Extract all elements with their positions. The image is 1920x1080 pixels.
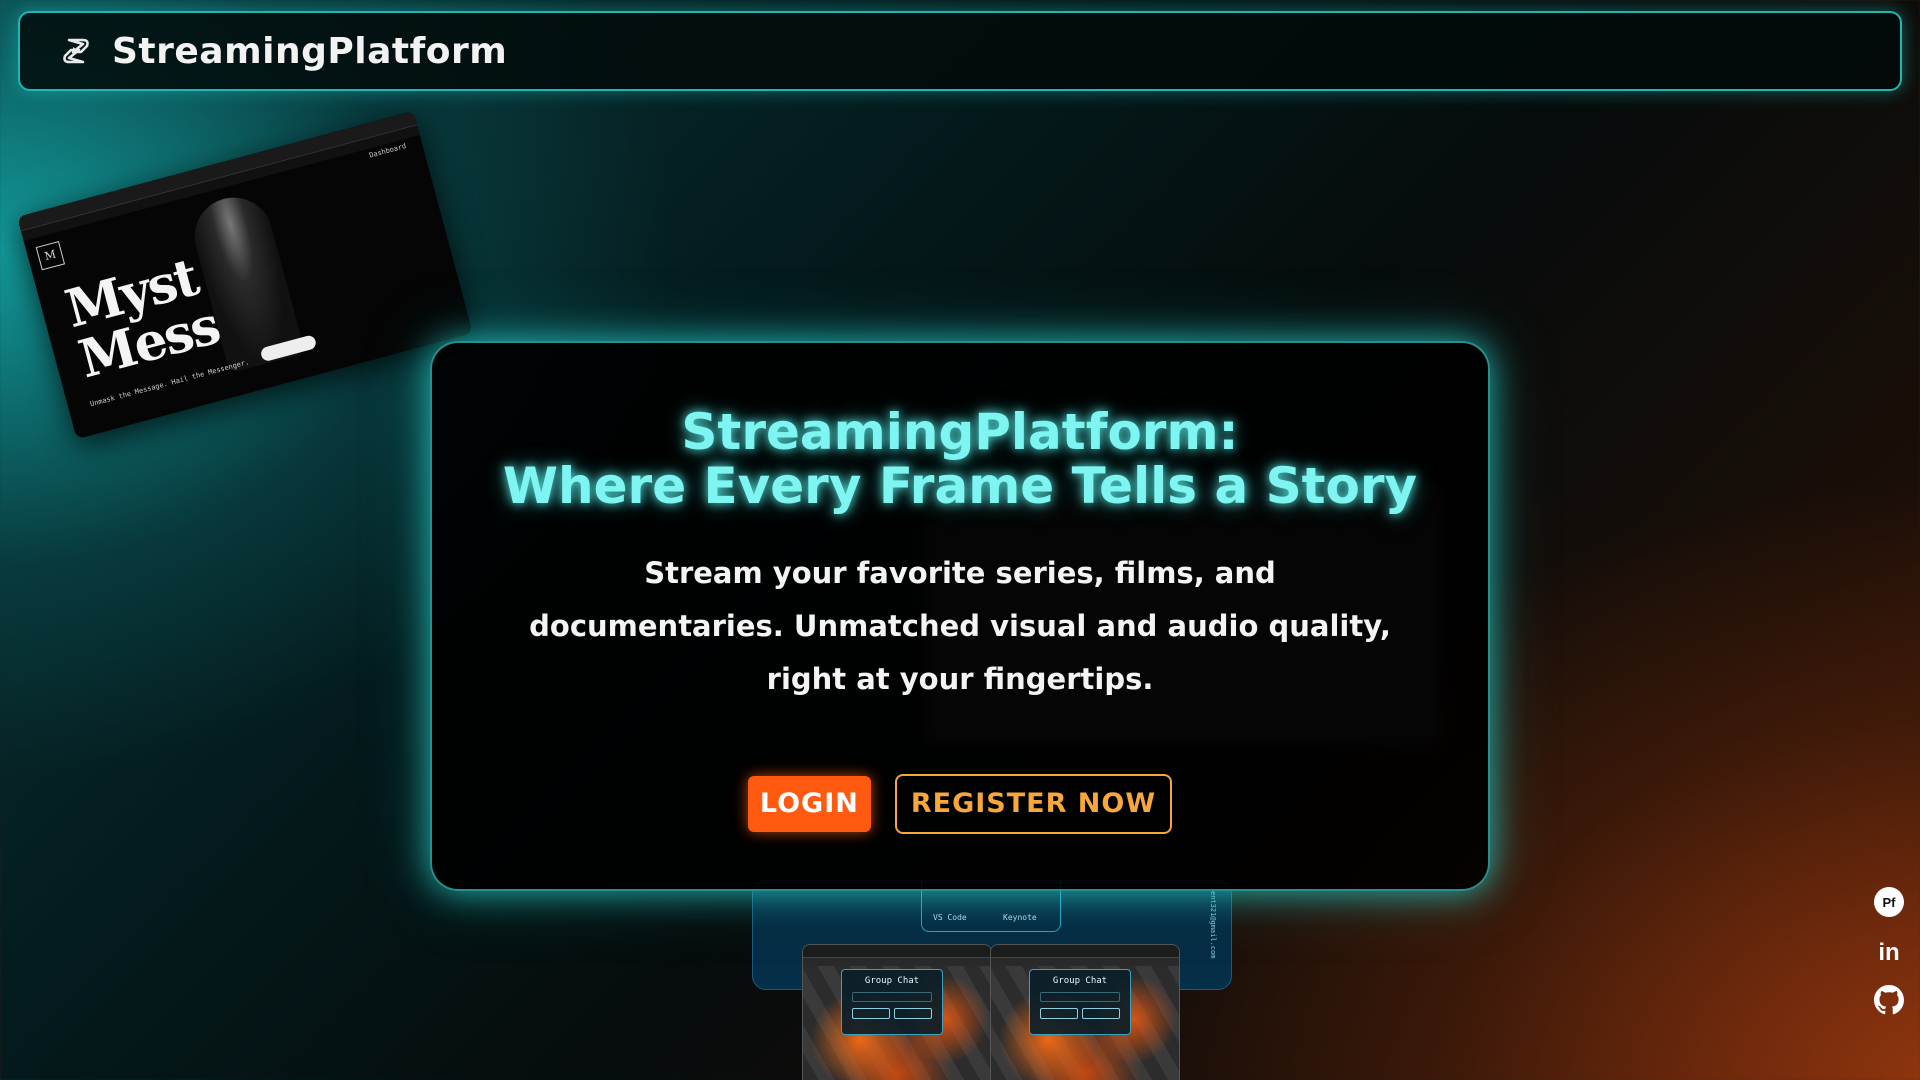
hero-buttons: LOGIN REGISTER NOW bbox=[432, 774, 1488, 834]
preview-vertical-email: ent321@gmail.com bbox=[1209, 891, 1217, 959]
hero-title-line1: StreamingPlatform: bbox=[681, 403, 1239, 461]
github-icon bbox=[1874, 985, 1904, 1019]
preview-screenshot-mystery-messages: M Dashboard Myst y Mess es Unmask the Me… bbox=[17, 110, 473, 440]
preview-tile-keynote: Keynote bbox=[1003, 913, 1037, 922]
preview-chat-title: Group Chat bbox=[1052, 976, 1108, 986]
hero-description-line3: right at your fingertips. bbox=[766, 662, 1154, 696]
preview-logo: M bbox=[35, 241, 66, 271]
preview-tile-vscode: VS Code bbox=[933, 913, 967, 922]
hero-title-line2: Where Every Frame Tells a Story bbox=[502, 457, 1418, 515]
hero-description: Stream your favorite series, films, and … bbox=[510, 547, 1410, 706]
hero-title: StreamingPlatform: Where Every Frame Tel… bbox=[432, 405, 1488, 513]
hero-description-line1: Stream your favorite series, films, and bbox=[644, 556, 1276, 590]
brand-name[interactable]: StreamingPlatform bbox=[112, 31, 507, 72]
preview-chat-address-bar bbox=[803, 958, 991, 966]
linkedin-icon: in bbox=[1878, 939, 1900, 966]
streaming-logo-icon[interactable] bbox=[58, 33, 94, 69]
preview-chat-panel: Group Chat bbox=[1029, 969, 1131, 1035]
login-button[interactable]: LOGIN bbox=[747, 776, 871, 832]
portfolio-icon: Pf bbox=[1874, 887, 1904, 917]
preview-chat-buttons bbox=[852, 1008, 932, 1019]
hero-card: StreamingPlatform: Where Every Frame Tel… bbox=[430, 341, 1490, 891]
preview-chat-title: Group Chat bbox=[864, 976, 920, 986]
hero-description-line2: documentaries. Unmatched visual and audi… bbox=[529, 609, 1391, 643]
preview-chat-browser-bar bbox=[803, 945, 991, 958]
preview-chat-panel: Group Chat bbox=[841, 969, 943, 1035]
top-navbar: StreamingPlatform bbox=[18, 11, 1902, 91]
github-link[interactable] bbox=[1874, 985, 1904, 1019]
preview-chat-buttons bbox=[1040, 1008, 1120, 1019]
preview-chat-input bbox=[852, 992, 932, 1002]
preview-screenshot-chat-left: Group Chat bbox=[802, 944, 992, 1080]
register-now-button[interactable]: REGISTER NOW bbox=[894, 774, 1173, 834]
preview-chat-address-bar bbox=[991, 958, 1179, 966]
preview-chat-input bbox=[1040, 992, 1120, 1002]
preview-screenshot-chat-right: Group Chat bbox=[990, 944, 1180, 1080]
portfolio-link[interactable]: Pf bbox=[1874, 887, 1904, 917]
preview-chat-browser-bar bbox=[991, 945, 1179, 958]
linkedin-link[interactable]: in bbox=[1874, 938, 1904, 968]
